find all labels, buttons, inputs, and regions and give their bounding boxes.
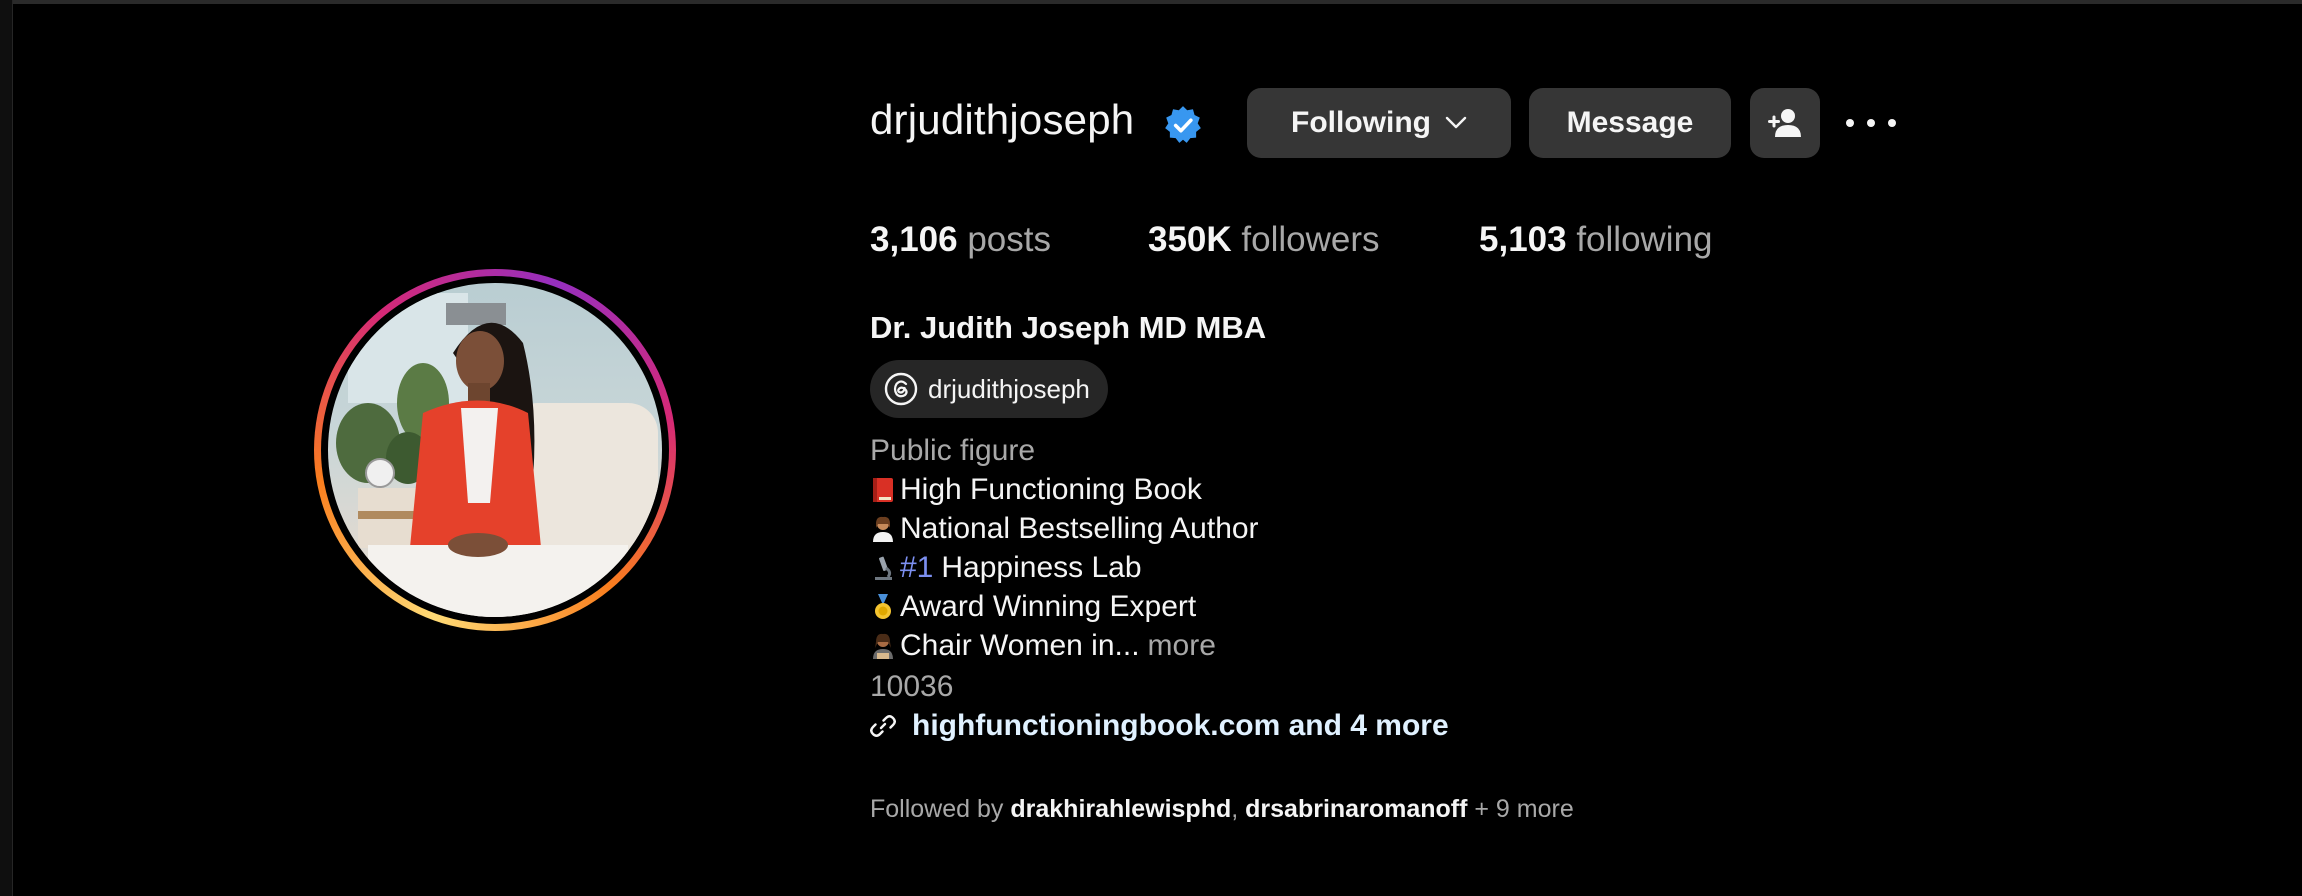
chevron-down-icon [1445, 116, 1467, 129]
bio-line-2-text: National Bestselling Author [900, 512, 1259, 545]
profile-username: drjudithjoseph [870, 96, 1135, 143]
bio-more-link[interactable]: more [1148, 629, 1216, 663]
message-button-label: Message [1566, 106, 1694, 139]
followed-by-line[interactable]: Followed by drakhirahlewisphd, drsabrina… [870, 795, 1574, 824]
following-count: 5,103 [1479, 220, 1567, 259]
followed-by-more[interactable]: + 9 more [1474, 795, 1573, 823]
suggest-users-button[interactable] [1750, 88, 1820, 158]
following-link[interactable]: 5,103 following [1479, 220, 1713, 260]
following-button-label: Following [1291, 106, 1431, 139]
mutual-follower-2[interactable]: drsabrinaromanoff [1245, 795, 1467, 823]
woman-office-worker-icon [870, 632, 896, 660]
external-link-text: highfunctioningbook.com and 4 more [912, 709, 1449, 742]
posts-label: posts [967, 220, 1051, 259]
followers-link[interactable]: 350K followers [1148, 220, 1380, 260]
threads-handle: drjudithjoseph [928, 373, 1090, 404]
bio-line-4-text: Award Winning Expert [900, 590, 1197, 623]
bio-line-5: Chair Women in... more [870, 629, 1216, 663]
person-add-icon [1768, 109, 1801, 137]
window-left-edge [0, 0, 13, 896]
profile-category: Public figure [870, 434, 1036, 467]
avatar-photo-illustration [336, 293, 658, 617]
microscope-icon [870, 554, 896, 582]
profile-avatar-story-ring[interactable] [314, 269, 676, 631]
red-book-icon [870, 476, 896, 504]
following-button[interactable]: Following [1247, 88, 1511, 158]
bio-line-4: Award Winning Expert [870, 590, 1196, 624]
threads-profile-badge[interactable]: drjudithjoseph [870, 360, 1108, 418]
bio-zip-code: 10036 [870, 670, 954, 703]
external-links[interactable]: highfunctioningbook.com and 4 more [870, 709, 1449, 743]
bio-line-1: High Functioning Book [870, 473, 1202, 507]
posts-count: 3,106 [870, 220, 958, 259]
posts-count-stat: 3,106 posts [870, 220, 1051, 260]
profile-avatar [328, 283, 662, 617]
profile-full-name: Dr. Judith Joseph MD MBA [870, 310, 1267, 345]
verified-badge-icon [1165, 106, 1201, 143]
bio-line-5-text: Chair Women in... [900, 629, 1140, 662]
bio-line-1-text: High Functioning Book [900, 473, 1202, 506]
followed-by-separator: , [1231, 795, 1239, 823]
bio-line-3-text: Happiness Lab [941, 551, 1142, 584]
hashtag-link[interactable]: #1 [900, 551, 933, 585]
link-icon [870, 715, 896, 737]
threads-icon [884, 372, 918, 406]
bio-line-3: #1 Happiness Lab [870, 551, 1142, 585]
followers-label: followers [1241, 220, 1380, 259]
message-button[interactable]: Message [1529, 88, 1731, 158]
followers-count: 350K [1148, 220, 1232, 259]
followed-by-prefix: Followed by [870, 795, 1004, 823]
woman-teacher-icon [870, 515, 896, 543]
bio-line-2: National Bestselling Author [870, 512, 1259, 546]
more-options-icon[interactable] [1846, 106, 1896, 140]
medal-icon [870, 593, 896, 621]
mutual-follower-1[interactable]: drakhirahlewisphd [1010, 795, 1231, 823]
following-label: following [1576, 220, 1713, 259]
window-top-edge [0, 0, 2302, 4]
